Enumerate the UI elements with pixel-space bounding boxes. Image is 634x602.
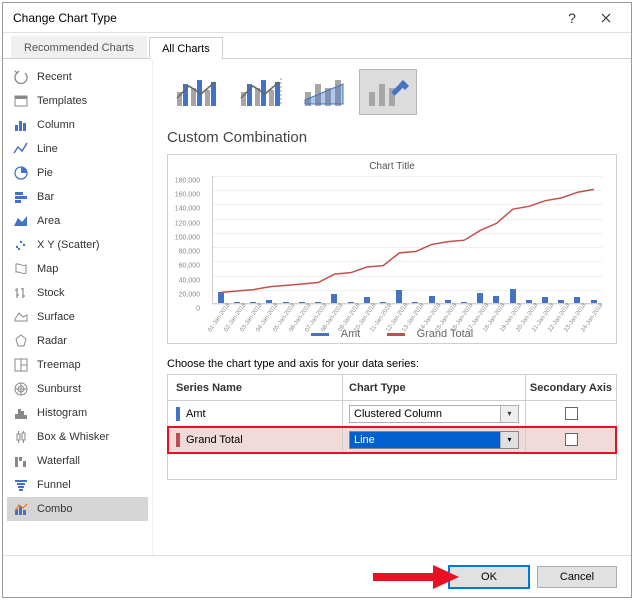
tab-all-charts[interactable]: All Charts <box>149 37 223 59</box>
column-icon <box>13 117 29 133</box>
series-swatch <box>176 433 180 447</box>
section-title: Custom Combination <box>167 129 617 146</box>
sidebar-item-bar[interactable]: Bar <box>7 185 148 209</box>
help-button[interactable]: ? <box>555 5 589 31</box>
header-secondary-axis: Secondary Axis <box>526 375 616 400</box>
sidebar-item-label: Bar <box>37 191 54 203</box>
recent-icon <box>13 69 29 85</box>
sidebar-item-label: Treemap <box>37 359 81 371</box>
sidebar-item-recent[interactable]: Recent <box>7 65 148 89</box>
histogram-icon <box>13 405 29 421</box>
series-grid: Series Name Chart Type Secondary Axis Am… <box>167 374 617 480</box>
preview-title: Chart Title <box>176 161 608 172</box>
chart-type-dropdown-amt[interactable]: Clustered Column▾ <box>349 405 519 423</box>
sidebar-item-histogram[interactable]: Histogram <box>7 401 148 425</box>
chevron-down-icon: ▾ <box>500 406 518 422</box>
annotation-arrow-icon <box>373 565 459 589</box>
sidebar-item-pie[interactable]: Pie <box>7 161 148 185</box>
sidebar-item-line[interactable]: Line <box>7 137 148 161</box>
combo-subtype-3[interactable] <box>295 69 353 115</box>
combo-subtype-1[interactable] <box>167 69 225 115</box>
ok-button[interactable]: OK <box>449 566 529 588</box>
sidebar-item-label: Line <box>37 143 58 155</box>
window-title: Change Chart Type <box>13 11 555 25</box>
sidebar-item-label: Area <box>37 215 60 227</box>
map-icon <box>13 261 29 277</box>
funnel-icon <box>13 477 29 493</box>
sidebar-item-stock[interactable]: Stock <box>7 281 148 305</box>
sidebar-item-sunburst[interactable]: Sunburst <box>7 377 148 401</box>
line-icon <box>13 141 29 157</box>
series-grid-header: Series Name Chart Type Secondary Axis <box>168 375 616 401</box>
combo-subtype-custom[interactable] <box>359 69 417 115</box>
combo-subtype-2[interactable] <box>231 69 289 115</box>
sidebar-item-combo[interactable]: Combo <box>7 497 148 521</box>
series-row-grand-total: Grand Total Line▾ <box>168 427 616 453</box>
dialog-footer: OK Cancel <box>3 555 631 597</box>
combo-subtype-row <box>167 69 617 115</box>
bar-icon <box>13 189 29 205</box>
sidebar-item-label: Recent <box>37 71 72 83</box>
sidebar-item-label: Funnel <box>37 479 71 491</box>
secondary-axis-checkbox-grand-total[interactable] <box>565 433 578 446</box>
sidebar-item-boxwhisker[interactable]: Box & Whisker <box>7 425 148 449</box>
sidebar-item-column[interactable]: Column <box>7 113 148 137</box>
chevron-down-icon: ▾ <box>500 432 518 448</box>
sidebar-item-waterfall[interactable]: Waterfall <box>7 449 148 473</box>
sidebar-item-label: Sunburst <box>37 383 81 395</box>
sidebar-item-label: Radar <box>37 335 67 347</box>
sidebar-item-label: Map <box>37 263 58 275</box>
radar-icon <box>13 333 29 349</box>
area-icon <box>13 213 29 229</box>
sidebar-item-templates[interactable]: Templates <box>7 89 148 113</box>
sidebar-item-surface[interactable]: Surface <box>7 305 148 329</box>
sidebar-item-label: Histogram <box>37 407 87 419</box>
sidebar-item-map[interactable]: Map <box>7 257 148 281</box>
waterfall-icon <box>13 453 29 469</box>
tab-bar: Recommended Charts All Charts <box>3 33 631 59</box>
sidebar-item-label: Stock <box>37 287 65 299</box>
dialog-content: Recent Templates Column Line Pie Bar Are… <box>3 59 631 555</box>
main-panel: Custom Combination Chart Title 020,00040… <box>153 59 631 555</box>
tab-recommended[interactable]: Recommended Charts <box>11 36 147 58</box>
pie-icon <box>13 165 29 181</box>
series-name-label: Amt <box>186 408 206 420</box>
sidebar-item-treemap[interactable]: Treemap <box>7 353 148 377</box>
series-name-label: Grand Total <box>186 434 243 446</box>
sidebar-item-label: Templates <box>37 95 87 107</box>
series-instruction: Choose the chart type and axis for your … <box>167 358 617 370</box>
secondary-axis-checkbox-amt[interactable] <box>565 407 578 420</box>
sidebar-item-label: Surface <box>37 311 75 323</box>
series-row-amt: Amt Clustered Column▾ <box>168 401 616 427</box>
sidebar-item-label: X Y (Scatter) <box>37 239 100 251</box>
titlebar: Change Chart Type ? <box>3 3 631 33</box>
surface-icon <box>13 309 29 325</box>
chart-preview: Chart Title 020,00040,00060,00080,000100… <box>167 154 617 344</box>
sidebar-item-label: Box & Whisker <box>37 431 109 443</box>
header-chart-type: Chart Type <box>343 375 526 400</box>
scatter-icon <box>13 237 29 253</box>
change-chart-type-dialog: Change Chart Type ? Recommended Charts A… <box>2 2 632 598</box>
sidebar-item-label: Column <box>37 119 75 131</box>
boxwhisker-icon <box>13 429 29 445</box>
templates-icon <box>13 93 29 109</box>
combo-icon <box>13 501 29 517</box>
sunburst-icon <box>13 381 29 397</box>
sidebar-item-label: Combo <box>37 503 72 515</box>
sidebar-item-scatter[interactable]: X Y (Scatter) <box>7 233 148 257</box>
cancel-button[interactable]: Cancel <box>537 566 617 588</box>
header-series-name: Series Name <box>168 375 343 400</box>
series-swatch <box>176 407 180 421</box>
sidebar-item-label: Waterfall <box>37 455 80 467</box>
sidebar-item-area[interactable]: Area <box>7 209 148 233</box>
sidebar-item-radar[interactable]: Radar <box>7 329 148 353</box>
sidebar-item-funnel[interactable]: Funnel <box>7 473 148 497</box>
treemap-icon <box>13 357 29 373</box>
sidebar-item-label: Pie <box>37 167 53 179</box>
stock-icon <box>13 285 29 301</box>
chart-type-sidebar: Recent Templates Column Line Pie Bar Are… <box>3 59 153 555</box>
close-button[interactable] <box>589 5 623 31</box>
chart-type-dropdown-grand-total[interactable]: Line▾ <box>349 431 519 449</box>
